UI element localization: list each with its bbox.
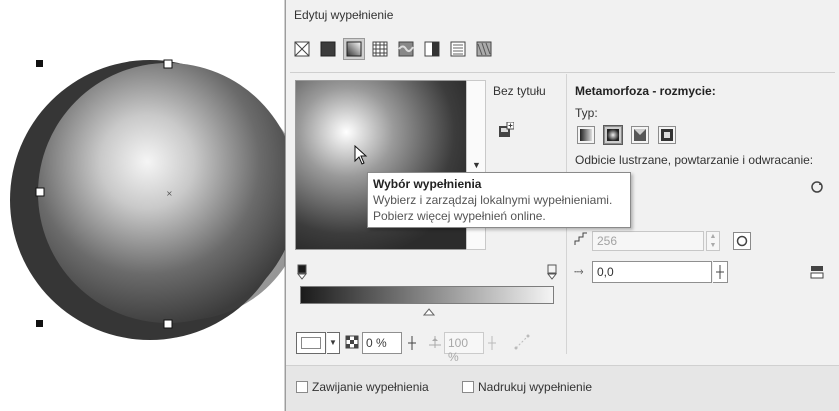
save-fill-icon[interactable] [498, 121, 515, 141]
pattern-fill-icon[interactable] [370, 39, 390, 59]
overprint-fill-checkbox[interactable]: Nadrukuj wypełnienie [462, 380, 592, 394]
selection-handle[interactable] [35, 187, 45, 197]
options-icon[interactable] [810, 265, 824, 282]
node-position-field[interactable]: 100 % [444, 332, 484, 364]
bitmap-fill-icon[interactable] [396, 39, 416, 59]
offset-field[interactable]: 0,0 [592, 261, 712, 283]
node-color-button[interactable] [296, 332, 326, 354]
fill-picker-tooltip: Wybór wypełnienia Wybierz i zarządzaj lo… [367, 172, 631, 228]
two-color-fill-icon[interactable] [422, 39, 442, 59]
selection-handle[interactable] [36, 60, 43, 67]
fill-type-toolbar [292, 35, 494, 63]
rectangular-gradient-icon[interactable] [658, 126, 676, 144]
transparency-field[interactable]: 0 % [362, 332, 402, 354]
steps-lock-button[interactable] [733, 232, 751, 250]
gradient-fill-icon[interactable] [343, 38, 365, 60]
tooltip-line-2: Pobierz więcej wypełnień online. [373, 209, 546, 223]
dialog-title: Edytuj wypełnienie [294, 8, 394, 22]
transparency-plus-button[interactable] [406, 334, 418, 355]
elliptical-gradient-icon[interactable] [603, 125, 623, 145]
wrap-fill-checkbox[interactable]: Zawijanie wypełnienia [296, 380, 429, 394]
gradient-type-row [577, 125, 676, 145]
settings-heading: Metamorfoza - rozmycie: [575, 84, 716, 98]
dialog-footer: Zawijanie wypełnienia Nadrukuj wypełnien… [286, 365, 839, 411]
type-label: Typ: [575, 106, 598, 120]
gradient-bar[interactable] [300, 286, 554, 304]
node-position-icon [428, 335, 442, 352]
node-color-dropdown[interactable]: ▼ [327, 332, 340, 354]
drawing-canvas[interactable]: × [0, 0, 285, 411]
conical-gradient-icon[interactable] [631, 126, 649, 144]
acceleration-icon[interactable] [514, 334, 530, 353]
tooltip-title: Wybór wypełnienia [373, 177, 482, 191]
texture-fill-icon[interactable] [474, 39, 494, 59]
end-color-node[interactable] [546, 264, 558, 283]
start-color-node[interactable] [296, 264, 308, 283]
mouse-cursor-icon [354, 144, 368, 168]
transparency-icon [345, 335, 359, 352]
steps-icon [574, 232, 588, 249]
linear-gradient-icon[interactable] [577, 126, 595, 144]
steps-spinner[interactable]: ▲ ▼ [706, 231, 720, 251]
steps-field[interactable]: 256 [592, 231, 704, 251]
reverse-icon[interactable] [810, 180, 824, 197]
node-position-plus-button[interactable] [486, 334, 498, 355]
midpoint-marker-icon[interactable] [422, 305, 436, 319]
fill-name-label: Bez tytułu [493, 84, 546, 98]
checkbox-box[interactable] [296, 381, 308, 393]
selection-handle[interactable] [36, 320, 43, 327]
offset-plus-button[interactable] [713, 261, 728, 283]
uniform-fill-icon[interactable] [318, 39, 338, 59]
no-fill-icon[interactable] [292, 39, 312, 59]
offset-icon: ⤑ [574, 264, 584, 278]
wrap-fill-label: Zawijanie wypełnienia [312, 380, 429, 394]
canvas-artwork: × [10, 59, 285, 340]
fill-picker-dropdown-icon[interactable]: ▼ [472, 160, 481, 170]
checkbox-box[interactable] [462, 381, 474, 393]
mirror-label: Odbicie lustrzane, powtarzanie i odwraca… [575, 153, 814, 167]
overprint-fill-label: Nadrukuj wypełnienie [478, 380, 593, 394]
postscript-fill-icon[interactable] [448, 39, 468, 59]
tooltip-line-1: Wybierz i zarządzaj lokalnymi wypełnieni… [373, 193, 613, 207]
center-marker: × [166, 189, 173, 198]
selection-handle[interactable] [163, 59, 173, 69]
selection-handle[interactable] [163, 319, 173, 329]
divider [290, 72, 835, 73]
